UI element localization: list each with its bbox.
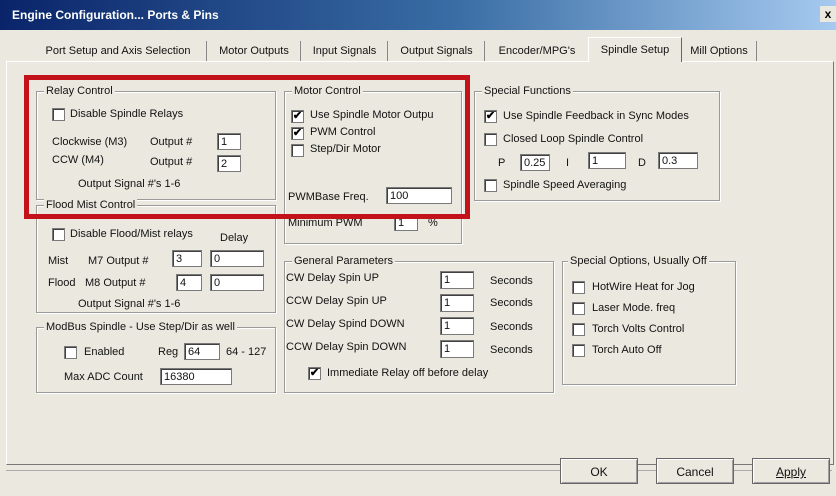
flood-label: Flood [48,277,76,289]
modbus-enabled-checkbox[interactable] [64,346,77,359]
window-title: Engine Configuration... Ports & Pins [12,8,219,22]
tab-port-setup[interactable]: Port Setup and Axis Selection [30,41,207,61]
flood-output-label: M8 Output # [85,277,146,289]
mist-delay-input[interactable]: 0 [210,250,264,267]
laser-mode-checkbox[interactable] [572,302,585,315]
p-label: P [498,157,506,169]
ccw-spin-up-input[interactable]: 1 [440,294,474,312]
immediate-relay-checkbox[interactable]: ✔ [308,367,321,380]
ccw-spin-down-input[interactable]: 1 [440,340,474,358]
cancel-button[interactable]: Cancel [656,458,734,484]
closed-loop-label: Closed Loop Spindle Control [503,133,644,145]
ccw-spin-up-label: CCW Delay Spin UP [286,295,387,307]
hotwire-heat-checkbox[interactable] [572,281,585,294]
mist-output-label: M7 Output # [88,255,149,267]
flood-delay-input[interactable]: 0 [210,274,264,291]
general-parameters-legend: General Parameters [292,255,396,267]
special-functions-legend: Special Functions [482,85,573,97]
flood-output-range: Output Signal #'s 1-6 [78,298,181,310]
tab-output-signals[interactable]: Output Signals [389,41,485,61]
tab-spindle-setup[interactable]: Spindle Setup [588,37,682,62]
ccw-spin-up-unit: Seconds [490,297,533,309]
disable-flood-mist-label: Disable Flood/Mist relays [70,228,193,240]
laser-mode-label: Laser Mode. freq [592,302,676,314]
cw-spin-down-unit: Seconds [490,321,533,333]
d-label: D [638,157,646,169]
torch-volts-label: Torch Volts Control [592,323,685,335]
modbus-range-label: 64 - 127 [226,346,267,358]
cw-spin-up-label: CW Delay Spin UP [286,272,379,284]
immediate-relay-label: Immediate Relay off before delay [327,367,489,379]
tab-mill-options[interactable]: Mill Options [682,41,757,61]
close-button[interactable]: x [820,6,836,22]
speed-averaging-label: Spindle Speed Averaging [503,179,627,191]
cw-spin-up-input[interactable]: 1 [440,271,474,289]
d-input[interactable]: 0.3 [658,152,698,169]
cw-spin-up-unit: Seconds [490,275,533,287]
p-input[interactable]: 0.25 [520,154,550,171]
i-input[interactable]: 1 [588,152,626,169]
modbus-enabled-label: Enabled [84,346,125,358]
tab-encoder-mpg[interactable]: Encoder/MPG's [486,41,589,61]
torch-auto-off-checkbox[interactable] [572,344,585,357]
mist-output-input[interactable]: 3 [172,250,202,267]
delay-header: Delay [220,232,249,244]
modbus-legend: ModBus Spindle - Use Step/Dir as well [44,321,237,333]
special-options-legend: Special Options, Usually Off [568,255,709,267]
speed-averaging-checkbox[interactable] [484,179,497,192]
highlight-box [24,75,470,219]
spindle-feedback-label: Use Spindle Feedback in Sync Modes [503,110,689,122]
ccw-spin-down-unit: Seconds [490,344,533,356]
mist-label: Mist [48,255,69,267]
ccw-spin-down-label: CCW Delay Spin DOWN [286,341,407,353]
torch-volts-checkbox[interactable] [572,323,585,336]
max-adc-label: Max ADC Count [64,371,143,383]
torch-auto-off-label: Torch Auto Off [592,344,662,356]
modbus-reg-label: Reg [158,346,179,358]
title-bar[interactable]: Engine Configuration... Ports & Pins [0,0,836,30]
disable-flood-mist-checkbox[interactable] [52,228,65,241]
cw-spin-down-label: CW Delay Spind DOWN [286,318,405,330]
max-adc-input[interactable]: 16380 [160,368,232,385]
cw-spin-down-input[interactable]: 1 [440,317,474,335]
flood-output-input[interactable]: 4 [176,274,202,291]
tab-input-signals[interactable]: Input Signals [302,41,388,61]
closed-loop-checkbox[interactable] [484,133,497,146]
i-label: I [566,157,570,169]
tab-motor-outputs[interactable]: Motor Outputs [208,41,301,61]
spindle-feedback-checkbox[interactable]: ✔ [484,110,497,123]
hotwire-heat-label: HotWire Heat for Jog [592,281,695,293]
modbus-reg-input[interactable]: 64 [184,343,220,360]
apply-button[interactable]: Apply [752,458,830,484]
ok-button[interactable]: OK [560,458,638,484]
dialog-window: Engine Configuration... Ports & Pins x P… [0,0,836,496]
